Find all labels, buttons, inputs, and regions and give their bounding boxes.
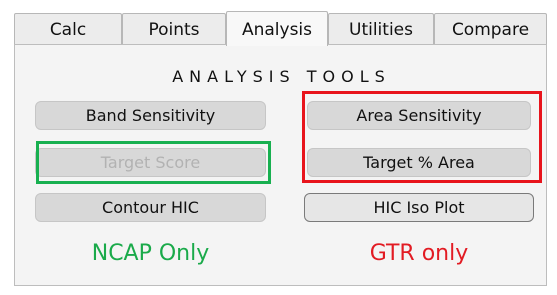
- gtr-highlight-box: [302, 91, 542, 183]
- ncap-highlight-box: [36, 141, 271, 184]
- tab-points[interactable]: Points: [122, 13, 226, 44]
- ncap-only-note: NCAP Only: [91, 241, 210, 266]
- hic-iso-plot-button[interactable]: HIC Iso Plot: [304, 193, 534, 222]
- panel-heading: ANALYSIS TOOLS: [172, 67, 391, 86]
- tab-analysis[interactable]: Analysis: [226, 11, 328, 46]
- contour-hic-button[interactable]: Contour HIC: [35, 193, 266, 222]
- analysis-panel: ANALYSIS TOOLS Band Sensitivity Target S…: [14, 44, 547, 286]
- tab-utilities[interactable]: Utilities: [328, 13, 434, 44]
- tab-bar: Calc Points Analysis Utilities Compare: [14, 11, 547, 46]
- tab-calc[interactable]: Calc: [14, 13, 122, 44]
- tab-compare[interactable]: Compare: [434, 13, 547, 44]
- gtr-only-note: GTR only: [369, 241, 469, 266]
- band-sensitivity-button[interactable]: Band Sensitivity: [35, 101, 266, 130]
